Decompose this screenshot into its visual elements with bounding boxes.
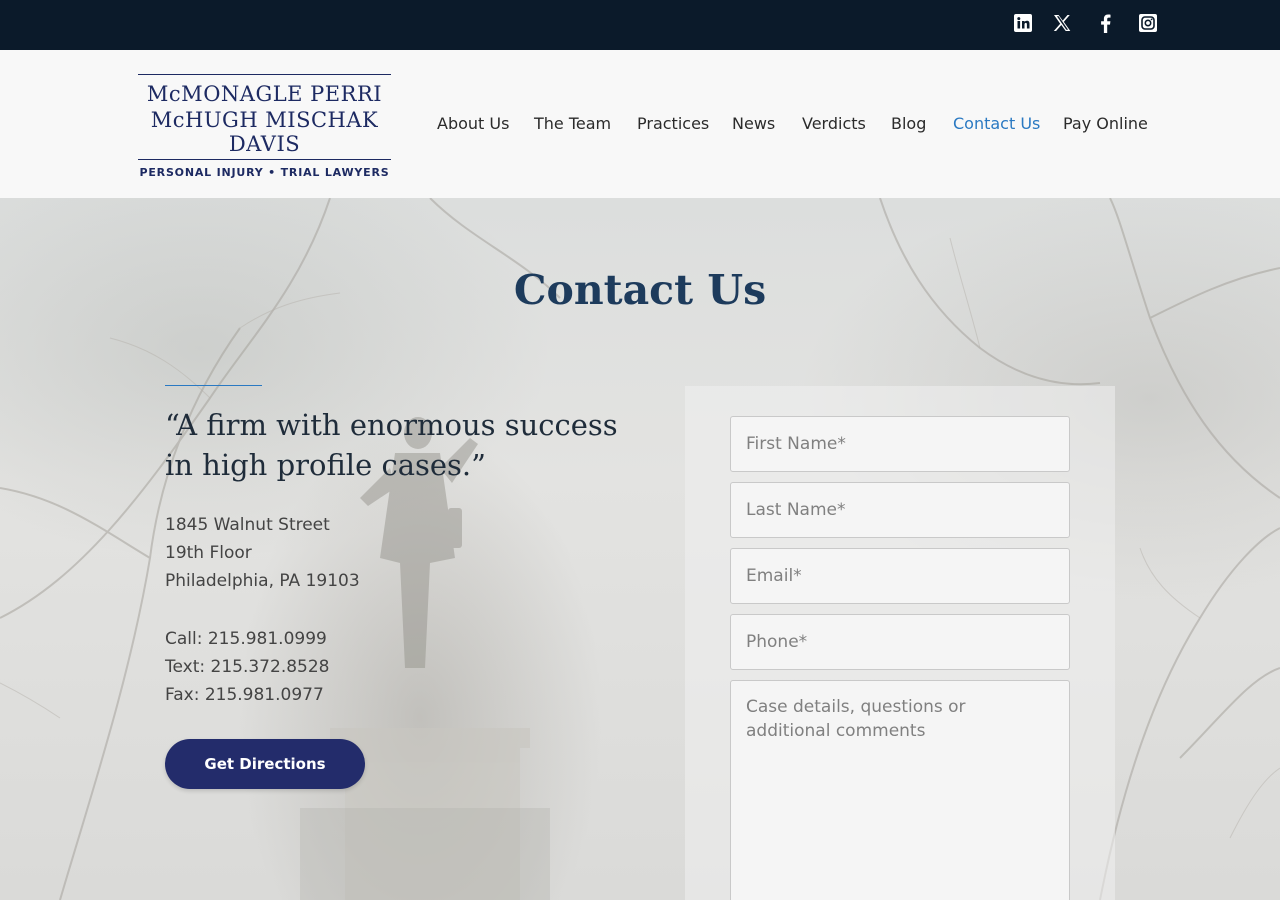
logo-line-3: DAVIS — [228, 132, 301, 156]
logo-rule-bottom — [138, 159, 391, 160]
nav-news[interactable]: News — [732, 114, 775, 134]
nav-practices[interactable]: Practices — [637, 114, 709, 134]
linkedin-icon[interactable] — [1012, 12, 1034, 34]
firm-logo[interactable]: McMONAGLE PERRI McHUGH MISCHAK DAVIS PER… — [138, 74, 391, 179]
nav-about-us[interactable]: About Us — [437, 114, 509, 134]
logo-tagline: PERSONAL INJURY • TRIAL LAWYERS — [139, 166, 390, 179]
comments-field[interactable] — [730, 680, 1070, 900]
phone-call[interactable]: Call: 215.981.0999 — [165, 627, 327, 651]
logo-line-2: McHUGH MISCHAK — [150, 108, 379, 132]
get-directions-button[interactable]: Get Directions — [165, 739, 365, 789]
logo-line-1: McMONAGLE PERRI — [146, 82, 383, 106]
first-name-field[interactable] — [730, 416, 1070, 472]
last-name-field[interactable] — [730, 482, 1070, 538]
nav-verdicts[interactable]: Verdicts — [802, 114, 866, 134]
address-line-2: 19th Floor — [165, 543, 252, 563]
page-title: Contact Us — [513, 266, 767, 314]
phone-fax: Fax: 215.981.0977 — [165, 685, 324, 705]
email-field[interactable] — [730, 548, 1070, 604]
phone-field[interactable] — [730, 614, 1070, 670]
site-header: McMONAGLE PERRI McHUGH MISCHAK DAVIS PER… — [0, 50, 1280, 198]
address-line-3: Philadelphia, PA 19103 — [165, 571, 360, 591]
nav-blog[interactable]: Blog — [891, 114, 926, 134]
instagram-icon[interactable] — [1137, 12, 1159, 34]
x-twitter-icon[interactable] — [1051, 12, 1073, 34]
contact-hero: Contact Us “A firm with enormous success… — [0, 198, 1280, 900]
address-line-1: 1845 Walnut Street — [165, 515, 330, 535]
phone-text[interactable]: Text: 215.372.8528 — [165, 655, 329, 679]
nav-pay-online[interactable]: Pay Online — [1063, 114, 1148, 134]
top-social-bar — [0, 0, 1280, 50]
nav-the-team[interactable]: The Team — [534, 114, 611, 134]
logo-rule-top — [138, 74, 391, 75]
facebook-icon[interactable] — [1095, 12, 1117, 34]
quote-accent-rule — [165, 385, 262, 386]
firm-quote: “A firm with enormous success in high pr… — [165, 408, 618, 482]
nav-contact-us[interactable]: Contact Us — [953, 114, 1040, 134]
